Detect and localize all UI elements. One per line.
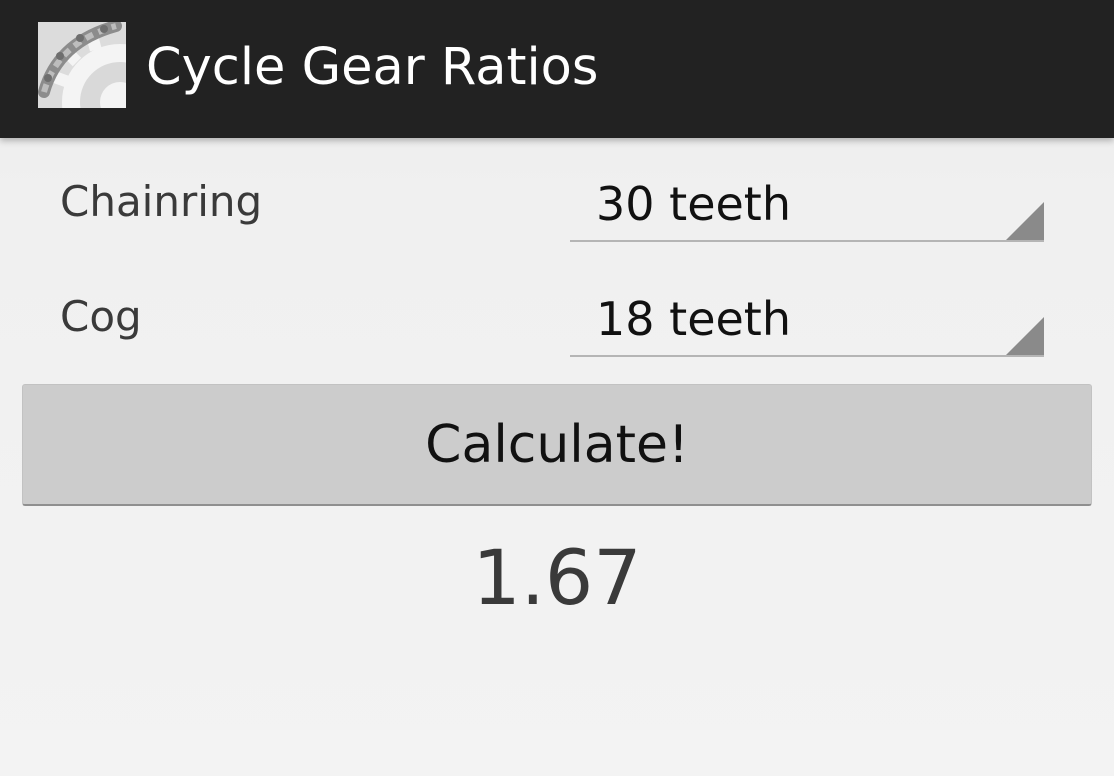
calculate-button-label: Calculate! [425,414,689,475]
gear-ratio-result: 1.67 [472,533,642,622]
app-title: Cycle Gear Ratios [146,38,599,97]
chainring-spinner[interactable]: 30 teeth [570,168,1044,242]
calculate-button[interactable]: Calculate! [22,384,1092,506]
chainring-label: Chainring [60,177,263,226]
cog-label: Cog [60,292,142,341]
action-bar: Cycle Gear Ratios [0,0,1114,160]
cog-spinner-value: 18 teeth [596,292,791,346]
spinner-caret-icon [1006,317,1044,355]
spinner-caret-icon [1006,202,1044,240]
bike-chain-gear-icon[interactable] [38,20,178,160]
cog-spinner[interactable]: 18 teeth [570,283,1044,357]
chainring-spinner-value: 30 teeth [596,177,791,231]
